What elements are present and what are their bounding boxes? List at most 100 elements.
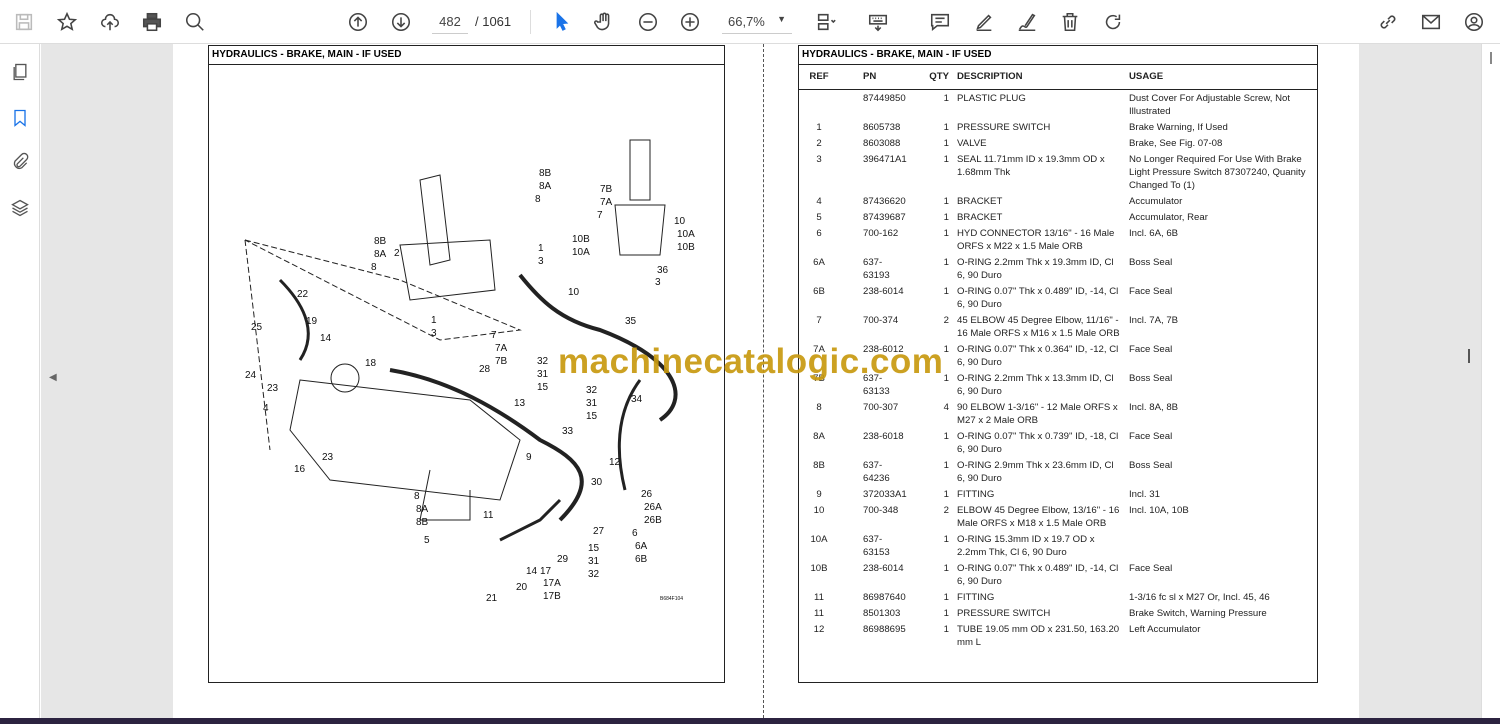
description-cell: PRESSURE SWITCH — [957, 122, 1051, 133]
callout-label: 17A — [543, 578, 561, 589]
description-cell: O-RING 2.2mm Thk x 19.3mm ID, Cl 6, 90 D… — [957, 257, 1114, 281]
table-row: 87449850 1 PLASTIC PLUG Dust Cover For Adju… — [799, 89, 1317, 119]
ref-cell: 4 — [816, 196, 822, 207]
callout-label: 29 — [557, 554, 569, 565]
callout-label: 8B — [539, 168, 552, 179]
description-cell: O-RING 2.9mm Thk x 23.6mm ID, Cl 6, 90 D… — [957, 460, 1114, 484]
ref-cell: 8 — [816, 402, 822, 413]
pn-cell: 700-348 — [863, 505, 899, 516]
pn-cell: 700-162 — [863, 228, 899, 239]
qty-cell: 1 — [943, 286, 949, 297]
callout-label: 26B — [644, 515, 662, 526]
callout-label: 3 — [431, 328, 437, 339]
description-cell: SEAL 11.71mm ID x 19.3mm OD x 1.68mm Thk — [957, 154, 1105, 178]
callout-label: 15 — [586, 411, 598, 422]
callout-label: 32 — [586, 385, 598, 396]
description-cell: FITTING — [957, 489, 995, 500]
callout-label: 8B — [416, 517, 429, 528]
ref-cell: 6 — [816, 228, 822, 239]
callout-label: 6 — [632, 528, 638, 539]
callout-label: 10A — [677, 229, 695, 240]
callout-label: 10B — [572, 234, 590, 245]
pn-cell: 700-307 — [863, 402, 899, 413]
description-cell: O-RING 0.07" Thk x 0.739" ID, -18, Cl 6,… — [957, 431, 1119, 455]
callout-label: 32 — [588, 569, 600, 580]
col-pn: PN — [839, 64, 911, 90]
pn-cell: 637-64236 — [863, 460, 890, 484]
pn-cell: 86988695 — [863, 624, 906, 635]
callout-label: 8 — [414, 491, 420, 502]
pn-cell: 637-63153 — [863, 534, 890, 558]
ref-cell: 9 — [816, 489, 822, 500]
table-row: 10A 637-63153 1 O-RING 15.3mm ID x 19.7 OD … — [799, 531, 1317, 560]
callout-label: 34 — [631, 394, 643, 405]
table-row: 2 8603088 1 VALVE Brake, See Fig. 07-08 — [799, 135, 1317, 151]
usage-cell: Brake, See Fig. 07-08 — [1129, 138, 1223, 149]
usage-cell: Incl. 31 — [1129, 489, 1160, 500]
callout-label: 35 — [625, 316, 637, 327]
usage-cell: Incl. 10A, 10B — [1129, 505, 1189, 516]
usage-cell: Face Seal — [1129, 431, 1173, 442]
parts-list-title: HYDRAULICS - BRAKE, MAIN - IF USED — [799, 46, 1317, 65]
usage-cell — [1125, 531, 1317, 560]
pn-cell: 372033A1 — [863, 489, 907, 500]
callout-label: 33 — [562, 426, 574, 437]
qty-cell: 4 — [943, 402, 949, 413]
qty-cell: 2 — [943, 505, 949, 516]
table-row: 7 700-374 2 45 ELBOW 45 Degree Elbow, 11/16… — [799, 312, 1317, 341]
qty-cell: 1 — [943, 257, 949, 268]
usage-cell: Dust Cover For Adjustable Screw, Not Ill… — [1129, 92, 1291, 117]
pn-cell: 8501303 — [863, 608, 901, 619]
table-row: 8B 637-64236 1 O-RING 2.9mm Thk x 23.6mm ID… — [799, 457, 1317, 486]
callout-label: 7A — [600, 197, 613, 208]
usage-cell: Accumulator, Rear — [1129, 212, 1208, 223]
col-usage: USAGE — [1125, 64, 1317, 90]
usage-cell: 1-3/16 fc sl x M27 Or, Incl. 45, 46 — [1129, 592, 1270, 603]
col-description: DESCRIPTION — [953, 64, 1125, 90]
description-cell: ELBOW 45 Degree Elbow, 13/16" - 16 Male … — [957, 505, 1120, 529]
usage-cell: Incl. 8A, 8B — [1129, 402, 1179, 413]
table-header: REF PN QTY DESCRIPTION USAGE — [799, 64, 1317, 90]
watermark: machinecatalogic.com — [558, 342, 944, 381]
usage-cell: Face Seal — [1129, 344, 1173, 355]
table-row: 6 700-162 1 HYD CONNECTOR 13/16" - 16 Male … — [799, 225, 1317, 254]
callout-label: 7B — [495, 356, 508, 367]
callout-label: 14 — [320, 333, 332, 344]
pn-cell: 637-63193 — [863, 257, 890, 281]
callout-label: 13 — [514, 398, 526, 409]
qty-cell: 1 — [943, 624, 949, 635]
pn-cell: 700-374 — [863, 315, 899, 326]
qty-cell: 1 — [943, 460, 949, 471]
description-cell: TUBE 19.05 mm OD x 231.50, 163.20 mm L — [957, 624, 1120, 648]
ref-cell — [799, 89, 839, 119]
description-cell: BRACKET — [957, 196, 1003, 207]
pn-cell: 8603088 — [863, 138, 901, 149]
table-row: 10 700-348 2 ELBOW 45 Degree Elbow, 13/16" … — [799, 502, 1317, 531]
callout-label: 1 — [538, 243, 544, 254]
description-cell: O-RING 0.07" Thk x 0.489" ID, -14, Cl 6,… — [957, 286, 1119, 310]
callout-label: 31 — [588, 556, 600, 567]
table-row: 4 87436620 1 BRACKET Accumulator — [799, 193, 1317, 209]
pn-cell: 238-6018 — [863, 431, 904, 442]
callout-label: 17B — [543, 591, 561, 602]
callout-label: 7A — [495, 343, 508, 354]
callout-label: 10 — [568, 287, 580, 298]
callout-label: 32 — [537, 356, 549, 367]
callout-label: 10 — [674, 216, 686, 227]
callout-label: 31 — [537, 369, 549, 380]
ref-cell: 10A — [810, 534, 828, 545]
table-row: 8A 238-6018 1 O-RING 0.07" Thk x 0.739" ID,… — [799, 428, 1317, 457]
callout-label: 31 — [586, 398, 598, 409]
description-cell: HYD CONNECTOR 13/16" - 16 Male ORFS x M2… — [957, 228, 1115, 252]
description-cell: VALVE — [957, 138, 987, 149]
pn-cell: 86987640 — [863, 592, 906, 603]
callout-label: 7 — [491, 330, 497, 341]
description-cell: O-RING 2.2mm Thk x 13.3mm ID, Cl 6, 90 D… — [957, 373, 1114, 397]
callout-label: 1 — [431, 315, 437, 326]
callout-label: 22 — [297, 289, 309, 300]
callout-label: 3 — [655, 277, 661, 288]
table-row: 5 87439687 1 BRACKET Accumulator, Rear — [799, 209, 1317, 225]
table-row: 11 86987640 1 FITTING 1-3/16 fc sl x M27 Or,… — [799, 589, 1317, 605]
callout-label: 7 — [597, 210, 603, 221]
callout-label: 9 — [526, 452, 532, 463]
